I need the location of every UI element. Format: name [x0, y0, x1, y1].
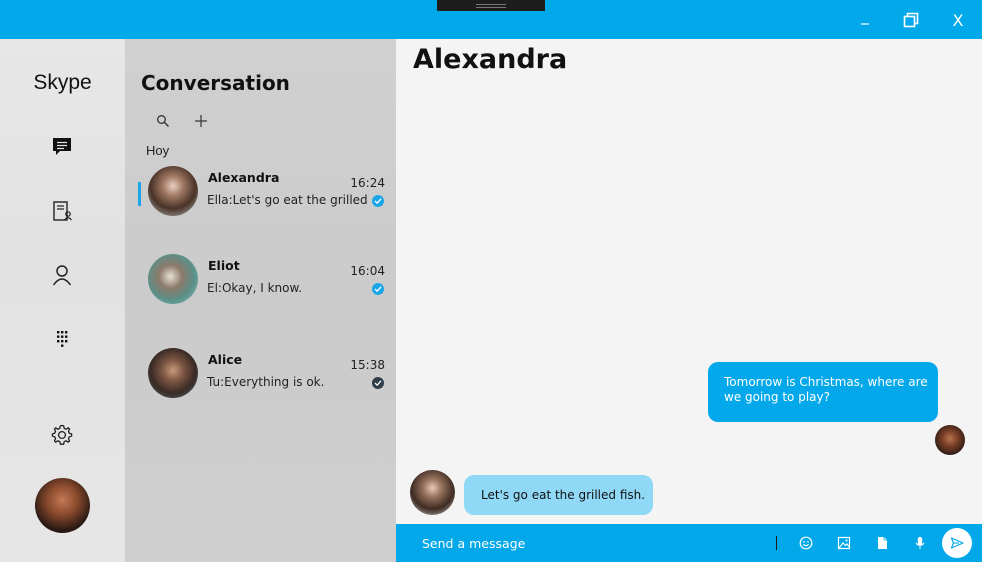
chat-header-title: Alexandra [413, 44, 568, 75]
avatar [148, 166, 198, 216]
contacts-book-icon [53, 201, 72, 221]
nav-settings-button[interactable] [49, 422, 75, 448]
restore-icon [903, 12, 919, 28]
message-preview: El:Okay, I know. [207, 281, 303, 295]
conversation-item-alexandra[interactable]: Alexandra Ella:Let's go eat the grilled … [125, 166, 396, 236]
avatar [148, 348, 198, 398]
message-bubble-outgoing: Tomorrow is Christmas, where are we goin… [708, 362, 938, 422]
read-check-icon [372, 377, 384, 389]
microphone-button[interactable] [910, 533, 930, 553]
avatar [148, 254, 198, 304]
timestamp: 16:24 [350, 176, 385, 190]
text-cursor [776, 536, 777, 550]
read-check-icon [372, 283, 384, 295]
section-label-today: Hoy [146, 143, 170, 158]
nav-contacts-book-button[interactable] [49, 198, 75, 224]
restore-button[interactable] [896, 6, 926, 34]
search-button[interactable] [153, 111, 173, 131]
timestamp: 15:38 [350, 358, 385, 372]
send-icon [950, 537, 964, 549]
message-preview: Tu:Everything is ok. [207, 375, 325, 389]
contact-name: Alexandra [208, 170, 280, 185]
search-icon [157, 115, 169, 127]
nav-profile-button[interactable] [49, 262, 75, 288]
file-icon [878, 537, 887, 549]
nav-chats-button[interactable] [49, 134, 75, 160]
minimize-button[interactable] [850, 6, 880, 34]
dialpad-icon [57, 331, 68, 347]
message-preview: Ella:Let's go eat the grilled [207, 193, 368, 207]
conversation-item-alice[interactable]: Alice Tu:Everything is ok. 15:38 [125, 348, 396, 418]
contact-avatar [410, 470, 455, 515]
nav-rail: Skype [0, 39, 125, 562]
emoji-button[interactable] [796, 533, 816, 553]
nav-dialpad-button[interactable] [49, 326, 75, 352]
send-button[interactable] [942, 528, 972, 558]
message-composer [396, 524, 982, 562]
contact-name: Alice [208, 352, 243, 367]
new-conversation-button[interactable] [191, 111, 211, 131]
chat-icon [53, 138, 71, 155]
contact-name: Eliot [208, 258, 240, 273]
minimize-icon [861, 23, 869, 25]
message-bubble-incoming: Let's go eat the grilled fish. [464, 475, 653, 515]
conversation-title: Conversation [141, 71, 290, 95]
plus-icon [195, 115, 207, 127]
gear-icon [51, 424, 73, 445]
close-button[interactable]: X [943, 6, 973, 34]
sender-avatar [935, 425, 965, 455]
my-avatar[interactable] [35, 478, 90, 533]
file-button[interactable] [872, 533, 892, 553]
image-icon [837, 536, 851, 550]
emoji-icon [799, 536, 813, 550]
selection-indicator [138, 182, 141, 206]
timestamp: 16:04 [350, 264, 385, 278]
person-icon [52, 265, 72, 286]
drag-handle[interactable] [437, 0, 545, 11]
title-bar: X [0, 0, 982, 39]
read-check-icon [372, 195, 384, 207]
conversation-item-eliot[interactable]: Eliot El:Okay, I know. 16:04 [125, 254, 396, 324]
message-input[interactable] [410, 531, 750, 555]
microphone-icon [915, 537, 925, 549]
app-name: Skype [33, 71, 92, 94]
conversation-panel: Conversation Hoy Alexandra Ella:Let's go… [125, 39, 396, 562]
image-button[interactable] [834, 533, 854, 553]
